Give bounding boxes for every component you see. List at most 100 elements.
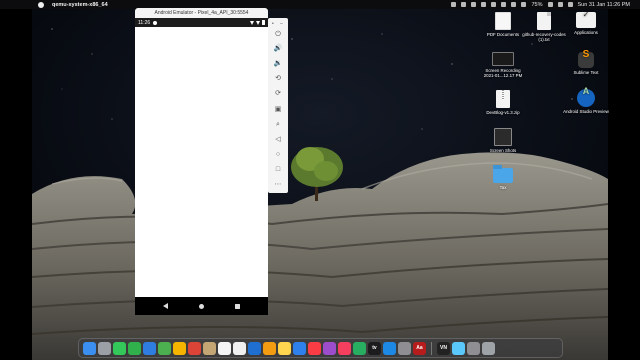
text-file-icon [537,12,551,30]
android-status-bar: 11:26 [135,18,268,27]
video-file-icon [492,52,514,66]
battery-icon [262,20,265,25]
wifi-icon[interactable] [521,2,527,7]
desktop-icon-android-studio-preview[interactable]: A Android Studio Preview [563,87,609,115]
desktop-icon-sublime-text[interactable]: S Sublime Text [563,50,609,76]
volume-down-icon[interactable]: 🔉 [273,58,283,68]
android-emulator-window[interactable]: Android Emulator - Pixel_4a_API_30:5554 … [135,8,268,315]
dock-screenshot-app-icon[interactable] [467,341,480,355]
cell-signal-icon [256,20,260,25]
menu-bar-status: 75% Sun 31 Jan 11:26 PM [451,0,630,9]
dock-news-icon[interactable] [338,341,351,355]
status-item-icon[interactable] [461,2,467,7]
status-item-icon[interactable] [511,2,517,7]
wifi-signal-icon [250,20,254,25]
desktop-icon-tax[interactable]: Tax [480,165,526,190]
dock-messages-icon[interactable] [113,341,126,355]
status-item-icon[interactable] [501,2,507,7]
desktop-icon-label: github-recovery-codes (1).txt [522,32,566,43]
dock-notes-icon[interactable] [278,341,291,355]
desktop-icon-pdf-documents[interactable]: PDF Documents [480,12,526,37]
notification-icon [153,20,158,25]
battery-percent[interactable]: 75% [531,2,542,8]
status-item-icon[interactable] [471,2,477,7]
camera-icon[interactable]: ▣ [273,104,283,114]
dock-vn-icon[interactable]: VN [437,341,450,355]
battery-icon[interactable] [547,2,553,7]
recents-nav-icon[interactable] [235,303,241,309]
menu-bar-clock[interactable]: Sun 31 Jan 11:26 PM [578,2,631,8]
dock-mail-icon[interactable] [143,341,156,355]
folder-icon [493,165,513,183]
dock-finder-icon[interactable] [83,341,96,355]
applications-folder-icon: ✓ [576,11,596,28]
dock-keynote-icon[interactable] [293,341,306,355]
zip-file-icon [496,90,510,108]
desktop-icon-label: Tax [499,185,507,190]
screen: qemu-system-x86_64 75% Sun 31 Jan 11:26 … [0,0,640,360]
desktop-icon-label: Screen Recording 2021-01...12.17 PM [483,68,523,79]
emulator-title: Android Emulator - Pixel_4a_API_30:5554 [154,10,249,16]
apple-menu-icon[interactable] [38,1,44,8]
dock-apple-tv-icon[interactable]: tv [368,341,381,355]
desktop-icon-label: Sublime Text [573,70,599,75]
dock-app-store-icon[interactable] [383,341,396,355]
search-icon[interactable] [557,2,563,7]
android-screen-content[interactable] [135,27,268,297]
home-icon[interactable]: ○ [273,149,283,159]
desktop-icon-label: DevBlog-v1.3.zip [486,110,520,115]
desktop-icon-label: Applications [574,30,598,35]
status-item-icon[interactable] [481,2,487,7]
screenshot-folder-icon [494,128,512,146]
dock-podcasts-icon[interactable] [323,341,336,355]
pdf-file-icon [495,12,511,30]
android-nav-bar [135,297,268,315]
desktop-icon-applications[interactable]: ✓ Applications [563,11,609,36]
status-item-icon[interactable] [491,2,497,7]
desktop-icon-label: Android Studio Preview [563,109,609,114]
dock-music-icon[interactable] [308,341,321,355]
home-nav-icon[interactable] [198,303,204,309]
dock-separator [431,341,432,355]
more-icon[interactable]: ⋯ [273,179,283,189]
desktop-icon-devblog-zip[interactable]: DevBlog-v1.3.zip [480,90,526,115]
desktop-icon-screen-recording[interactable]: Screen Recording 2021-01...12.17 PM [480,52,526,78]
volume-up-icon[interactable]: 🔊 [273,43,283,53]
dock-contacts-icon[interactable] [203,341,216,355]
dock-reminders-icon[interactable] [233,341,246,355]
dock-maps-icon[interactable] [158,341,171,355]
dock-preview-icon[interactable] [452,341,465,355]
emulator-title-bar[interactable]: Android Emulator - Pixel_4a_API_30:5554 [135,8,268,18]
desktop-icon-github-recovery-codes[interactable]: github-recovery-codes (1).txt [521,12,567,42]
active-app-name[interactable]: qemu-system-x86_64 [52,2,108,8]
dock-photos-icon[interactable] [173,341,186,355]
dock-finder-2-icon[interactable] [248,341,261,355]
dock-numbers-icon[interactable] [353,341,366,355]
dock-launchpad-icon[interactable] [98,341,111,355]
minimize-icon[interactable]: – [280,21,283,27]
desktop-icon-label: Screen Shots [489,148,517,153]
rotate-right-icon[interactable]: ⟳ [273,88,283,98]
rotate-left-icon[interactable]: ⟲ [273,73,283,83]
dock-pages-icon[interactable] [263,341,276,355]
dock: tv Aa VN [78,338,563,358]
control-center-icon[interactable] [567,2,573,7]
dock-trash-icon[interactable] [482,341,495,355]
status-item-icon[interactable] [451,2,457,7]
back-nav-icon[interactable] [162,303,168,309]
android-studio-icon: A [577,87,595,107]
dock-facetime-icon[interactable] [128,341,141,355]
power-icon[interactable]: ⏻ [273,29,283,39]
status-icons [250,20,265,25]
dock-calendar-icon[interactable] [218,341,231,355]
close-icon[interactable]: • [272,21,274,27]
overview-icon[interactable]: □ [273,164,283,174]
desktop-icon-label: PDF Documents [486,32,520,37]
dock-chrome-icon[interactable] [188,341,201,355]
zoom-icon[interactable]: ⌕ [273,119,283,129]
dock-dictionary-icon[interactable]: Aa [413,341,426,355]
desktop-icon-screen-shots[interactable]: Screen Shots [480,128,526,153]
back-icon[interactable]: ◁ [273,134,283,144]
dock-settings-icon[interactable] [398,341,411,355]
menu-bar: qemu-system-x86_64 75% Sun 31 Jan 11:26 … [0,0,640,9]
